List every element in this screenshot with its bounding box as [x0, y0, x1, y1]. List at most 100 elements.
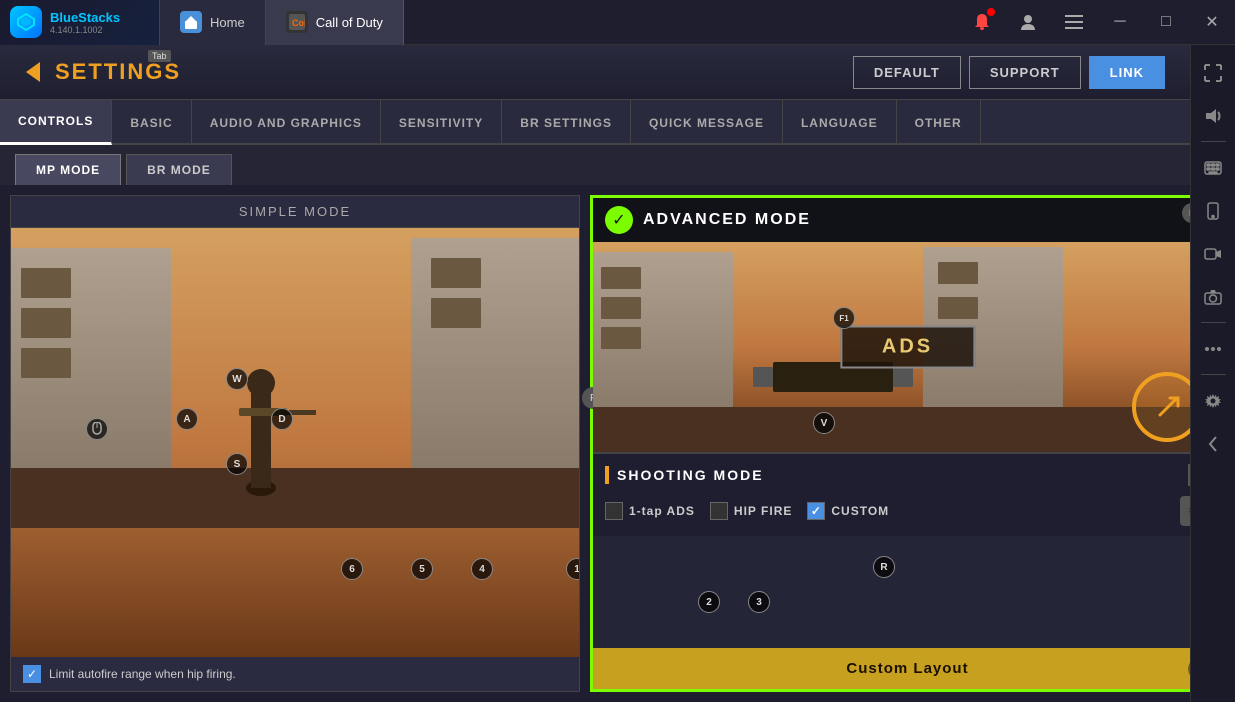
notification-bell[interactable]	[959, 0, 1005, 45]
tab-quick-message[interactable]: QUICK MESSAGE	[631, 100, 783, 145]
game-tab-label: Call of Duty	[316, 15, 383, 30]
mp-mode-tab[interactable]: MP MODE	[15, 154, 121, 185]
arrow-icon	[26, 62, 40, 82]
key-s: S	[226, 453, 248, 475]
sidebar-gear[interactable]	[1196, 383, 1231, 418]
advanced-game-preview: ADS F1 V E	[593, 242, 1222, 452]
title-bar-left: BlueStacks 4.140.1.1002 Home CoD Call of…	[0, 0, 404, 45]
shooting-options: 1-tap ADS HIP FIRE ✓ CUSTOM ⚙	[605, 496, 1210, 526]
advanced-check-icon: ✓	[605, 206, 633, 234]
notification-dot	[987, 8, 995, 16]
1tap-checkbox[interactable]	[605, 502, 623, 520]
scene-svg	[11, 228, 579, 657]
svg-text:CoD: CoD	[292, 18, 305, 28]
shooting-mode-header: SHOOTING MODE −	[605, 464, 1210, 486]
right-sidebar	[1190, 45, 1235, 702]
sidebar-dots[interactable]	[1196, 331, 1231, 366]
advanced-header: ✓ ADVANCED MODE P	[593, 198, 1222, 242]
autofire-label: Limit autofire range when hip firing.	[49, 667, 236, 681]
tab-br-settings[interactable]: BR SETTINGS	[502, 100, 631, 145]
key-v: V	[813, 412, 835, 434]
custom-layout-bar[interactable]: Custom Layout C	[593, 648, 1222, 689]
shooting-mode-section: SHOOTING MODE − 1-tap ADS HIP FIRE ✓ CUS…	[593, 452, 1222, 536]
key-d: D	[271, 408, 293, 430]
custom-checkbox[interactable]: ✓	[807, 502, 825, 520]
account-btn[interactable]	[1005, 0, 1051, 45]
shooting-title-text: SHOOTING MODE	[617, 467, 764, 483]
title-bar: BlueStacks 4.140.1.1002 Home CoD Call of…	[0, 0, 1235, 45]
simple-mode-title: SIMPLE MODE	[11, 196, 579, 228]
title-bar-controls: ─ □ ✕	[959, 0, 1235, 45]
sidebar-divider-2	[1201, 322, 1226, 323]
tab-game[interactable]: CoD Call of Duty	[266, 0, 404, 45]
bluestacks-icon	[10, 6, 42, 38]
key-a: A	[176, 408, 198, 430]
sidebar-back[interactable]	[1196, 426, 1231, 461]
sidebar-phone[interactable]	[1196, 193, 1231, 228]
sidebar-fullscreen[interactable]	[1196, 55, 1231, 90]
main-content: SIMPLE MODE	[0, 185, 1235, 702]
1tap-label: 1-tap ADS	[629, 504, 695, 518]
shooting-bar-icon	[605, 466, 609, 484]
key-f1: F1	[833, 307, 855, 329]
tab-controls[interactable]: CONTROLS	[0, 100, 112, 145]
settings-actions: DEFAULT SUPPORT LINK	[853, 56, 1165, 89]
tab-home[interactable]: Home	[160, 0, 266, 45]
autofire-checkbox[interactable]: ✓	[23, 665, 41, 683]
close-btn[interactable]: ✕	[1189, 0, 1235, 45]
back-arrow	[15, 55, 50, 90]
advanced-mode-panel: F ✓ ADVANCED MODE P	[590, 195, 1225, 692]
maximize-btn[interactable]: □	[1143, 0, 1189, 45]
bluestacks-text: BlueStacks 4.140.1.1002	[50, 10, 120, 35]
hipfire-checkbox[interactable]	[710, 502, 728, 520]
home-tab-label: Home	[210, 15, 245, 30]
support-btn[interactable]: SUPPORT	[969, 56, 1081, 89]
simple-mode-panel: SIMPLE MODE	[10, 195, 580, 692]
sidebar-volume[interactable]	[1196, 98, 1231, 133]
custom-label: CUSTOM	[831, 504, 889, 518]
tab-language[interactable]: LANGUAGE	[783, 100, 897, 145]
ads-label: ADS	[840, 326, 975, 369]
settings-title: SETTINGS	[55, 59, 181, 85]
bluestacks-logo: BlueStacks 4.140.1.1002	[0, 0, 160, 45]
tab-basic[interactable]: BASIC	[112, 100, 191, 145]
tab-indicator: Tab	[148, 50, 171, 62]
tab-sensitivity[interactable]: SENSITIVITY	[381, 100, 502, 145]
bluestacks-name: BlueStacks	[50, 10, 120, 25]
mode-tabs: MP MODE BR MODE T	[0, 145, 1235, 185]
tab-audio-graphics[interactable]: AUDIO AND GRAPHICS	[192, 100, 381, 145]
sidebar-divider-3	[1201, 374, 1226, 375]
advanced-title: ADVANCED MODE	[643, 211, 811, 229]
bluestacks-version: 4.140.1.1002	[50, 25, 120, 35]
key-5: 5	[411, 558, 433, 580]
link-btn[interactable]: LINK	[1089, 56, 1165, 89]
minimize-btn[interactable]: ─	[1097, 0, 1143, 45]
simple-mode-preview: W A D S 6 5 4 1	[11, 228, 579, 657]
nav-tabs: CONTROLS BASIC AUDIO AND GRAPHICS SENSIT…	[0, 100, 1235, 145]
key-4: 4	[471, 558, 493, 580]
option-custom[interactable]: ✓ CUSTOM	[807, 502, 889, 520]
sidebar-video[interactable]	[1196, 236, 1231, 271]
sidebar-keyboard[interactable]	[1196, 150, 1231, 185]
home-icon	[180, 11, 202, 33]
option-1tap[interactable]: 1-tap ADS	[605, 502, 695, 520]
hamburger-btn[interactable]	[1051, 0, 1097, 45]
game-icon: CoD	[286, 11, 308, 33]
autofire-checkbox-row: ✓ Limit autofire range when hip firing.	[11, 657, 579, 691]
hipfire-label: HIP FIRE	[734, 504, 792, 518]
custom-layout-text: Custom Layout	[846, 660, 968, 677]
key-w: W	[226, 368, 248, 390]
sidebar-camera[interactable]	[1196, 279, 1231, 314]
option-hipfire[interactable]: HIP FIRE	[710, 502, 792, 520]
advanced-bottom: R 2 3	[593, 536, 1222, 648]
key-6: 6	[341, 558, 363, 580]
tab-other[interactable]: OTHER	[897, 100, 981, 145]
settings-header: SETTINGS Tab DEFAULT SUPPORT LINK	[0, 45, 1235, 100]
sidebar-divider-1	[1201, 141, 1226, 142]
mouse-badge	[86, 418, 108, 440]
key-3: 3	[748, 591, 770, 613]
key-2: 2	[698, 591, 720, 613]
default-btn[interactable]: DEFAULT	[853, 56, 961, 89]
key-r: R	[873, 556, 895, 578]
br-mode-tab[interactable]: BR MODE	[126, 154, 232, 185]
